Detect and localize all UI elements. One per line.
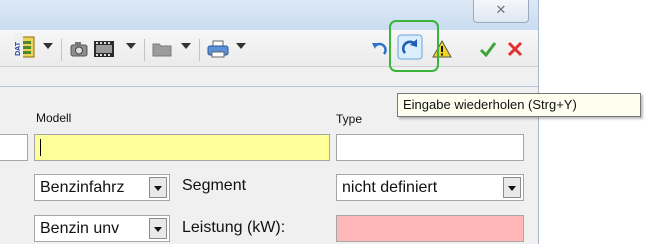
dat-icon[interactable]: DAT: [14, 33, 36, 60]
printer-dropdown-arrow[interactable]: [236, 43, 246, 49]
app-window: ✕ DAT Modell Type Benzinfahrz Segment ni…: [0, 0, 539, 244]
segment-label: Segment: [182, 177, 247, 194]
modell-label: Modell: [36, 111, 72, 125]
cancel-icon[interactable]: [506, 40, 524, 58]
film-dropdown-arrow[interactable]: [126, 43, 136, 49]
segment-select[interactable]: nicht definiert: [336, 174, 524, 201]
fuel-value: Benzin unv: [40, 220, 120, 237]
text-cursor: [40, 139, 41, 156]
type-input[interactable]: [336, 134, 524, 161]
power-input[interactable]: [336, 215, 524, 242]
separator: [61, 39, 62, 61]
folder-dropdown-arrow[interactable]: [181, 43, 191, 49]
window-close-button[interactable]: ✕: [473, 0, 529, 23]
fuel-type-value: Benzinfahrz: [40, 179, 125, 196]
redo-tooltip: Eingabe wiederholen (Strg+Y): [397, 93, 641, 117]
type-label: Type: [336, 112, 363, 126]
camera-icon[interactable]: [70, 40, 88, 58]
redo-highlight-frame: [389, 20, 439, 72]
undo-icon[interactable]: [370, 40, 388, 58]
segment-dropdown-button[interactable]: [503, 177, 521, 198]
fuel-select[interactable]: Benzin unv: [34, 215, 170, 242]
modell-input[interactable]: [34, 134, 330, 161]
left-cut-field[interactable]: [0, 134, 28, 161]
power-label: Leistung (kW):: [182, 219, 286, 236]
dat-dropdown-arrow[interactable]: [43, 43, 53, 49]
printer-icon[interactable]: [207, 40, 229, 58]
dat-logo-text: DAT: [15, 41, 22, 56]
separator: [144, 39, 145, 61]
fuel-dropdown-button[interactable]: [149, 218, 167, 239]
toolbar: DAT: [0, 30, 538, 67]
check-icon[interactable]: [479, 40, 497, 58]
fuel-type-dropdown-button[interactable]: [149, 177, 167, 198]
fuel-type-select[interactable]: Benzinfahrz: [34, 174, 170, 201]
separator: [199, 39, 200, 61]
segment-value: nicht definiert: [342, 179, 438, 196]
film-icon[interactable]: [93, 40, 115, 58]
title-bar: ✕: [0, 0, 538, 30]
folder-icon[interactable]: [152, 40, 172, 58]
